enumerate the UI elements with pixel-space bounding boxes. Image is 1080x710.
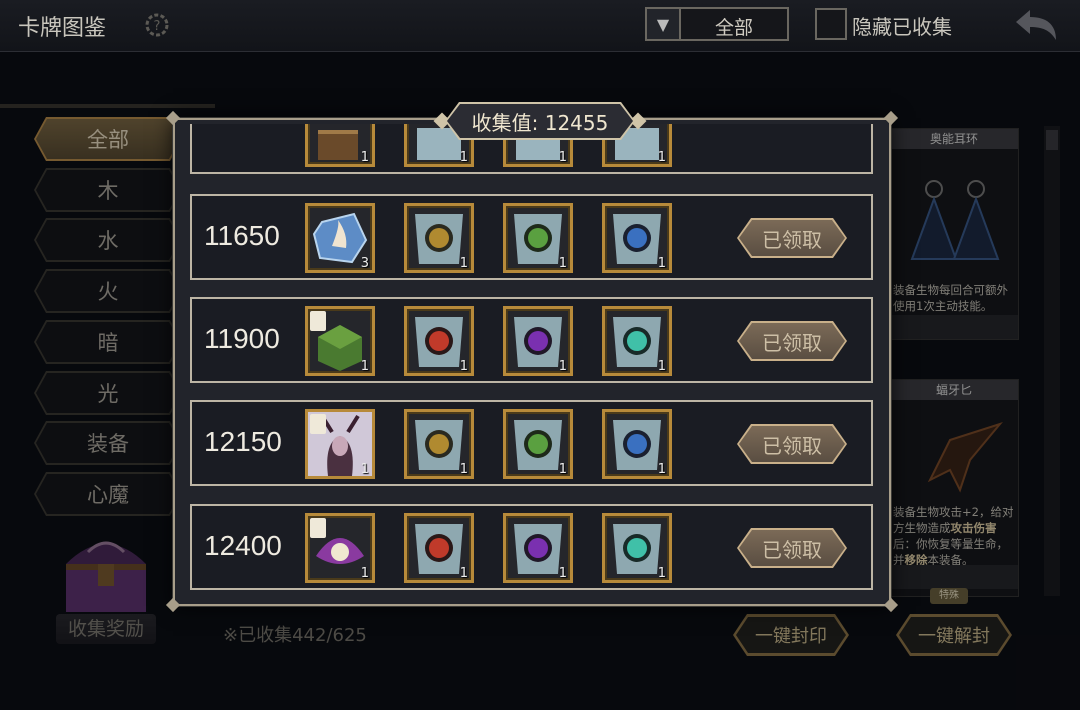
claimed-button[interactable]: 已领取 (737, 218, 847, 258)
item-count: 1 (657, 566, 666, 581)
collection-value-title: 收集值: 12455 (471, 110, 609, 135)
threshold-value: 11650 (204, 220, 280, 251)
blue-rune-stone-icon[interactable]: 3 (305, 203, 375, 273)
demon-portrait-icon[interactable]: 1 (305, 409, 375, 479)
scroll-blue-water-icon[interactable]: 1 (602, 409, 672, 479)
help-gear-icon[interactable]: ? (143, 11, 171, 39)
scroll-green-leaf-icon[interactable]: 1 (503, 203, 573, 273)
claim-label: 已领取 (762, 537, 822, 562)
item-count: 1 (657, 256, 666, 271)
item-count: 1 (558, 462, 567, 477)
back-arrow-icon[interactable] (1012, 8, 1060, 42)
filter-dropdown[interactable]: ▼ 全部 (645, 7, 789, 41)
item-count: 1 (558, 256, 567, 271)
item-count: 1 (360, 462, 369, 477)
item-count: 1 (360, 150, 369, 165)
threshold-value: 11900 (204, 323, 280, 354)
item-count: 1 (459, 359, 468, 374)
item-count: 3 (360, 256, 369, 271)
page-title: 卡牌图鉴 (18, 16, 107, 41)
reward-row: 12400 1 1 1 1 已领取 (190, 504, 873, 590)
scroll-gold-rune-icon[interactable]: 1 (404, 409, 474, 479)
modal-title-plate: 收集值: 12455 (445, 102, 635, 140)
item-count: 1 (360, 566, 369, 581)
top-bar: 卡牌图鉴 ? ▼ 全部 隐藏已收集 (0, 0, 1080, 52)
reward-row: 12150 1 1 1 1 已领取 (190, 400, 873, 486)
scroll-purple-dark-icon[interactable]: 1 (503, 306, 573, 376)
pearl-shell-equipment-icon[interactable]: 1 (305, 513, 375, 583)
crate-icon[interactable]: 1 (305, 124, 375, 167)
claim-label: 已领取 (762, 433, 822, 458)
reward-list[interactable]: 1 1 1 1 11650 3 1 1 1 已领取 11900 1 1 1 1 … (190, 124, 873, 594)
item-count: 1 (459, 566, 468, 581)
claim-label: 已领取 (762, 227, 822, 252)
threshold-value: 12150 (204, 426, 282, 457)
scroll-cyan-light-icon[interactable]: 1 (602, 306, 672, 376)
scroll-blue-water-icon[interactable]: 1 (602, 203, 672, 273)
demon-badge-icon (310, 414, 326, 434)
scroll-purple-dark-icon[interactable]: 1 (503, 513, 573, 583)
scroll-red-fire-icon[interactable]: 1 (404, 513, 474, 583)
green-cube-equipment-icon[interactable]: 1 (305, 306, 375, 376)
reward-row: 11900 1 1 1 1 已领取 (190, 297, 873, 383)
item-count: 1 (558, 359, 567, 374)
item-count: 1 (459, 256, 468, 271)
item-count: 1 (558, 566, 567, 581)
item-count: 1 (459, 462, 468, 477)
threshold-value: 12400 (204, 530, 282, 561)
claim-label: 已领取 (762, 330, 822, 355)
item-count: 1 (657, 462, 666, 477)
item-count: 1 (558, 150, 567, 165)
item-count: 1 (657, 150, 666, 165)
claimed-button[interactable]: 已领取 (737, 424, 847, 464)
scroll-gold-rune-icon[interactable]: 1 (404, 203, 474, 273)
claimed-button[interactable]: 已领取 (737, 321, 847, 361)
item-count: 1 (360, 359, 369, 374)
hide-collected-checkbox[interactable] (815, 8, 847, 40)
equipment-badge-icon (310, 311, 326, 331)
reward-row: 11650 3 1 1 1 已领取 (190, 194, 873, 280)
dropdown-arrow-icon[interactable]: ▼ (647, 9, 681, 39)
scroll-red-fire-icon[interactable]: 1 (404, 306, 474, 376)
item-count: 1 (657, 359, 666, 374)
scroll-green-leaf-icon[interactable]: 1 (503, 409, 573, 479)
item-count: 1 (459, 150, 468, 165)
claimed-button[interactable]: 已领取 (737, 528, 847, 568)
equipment-badge-icon (310, 518, 326, 538)
hide-collected-label[interactable]: 隐藏已收集 (852, 11, 952, 40)
scroll-cyan-light-icon[interactable]: 1 (602, 513, 672, 583)
filter-value: 全部 (714, 17, 753, 39)
svg-text:?: ? (154, 19, 161, 34)
